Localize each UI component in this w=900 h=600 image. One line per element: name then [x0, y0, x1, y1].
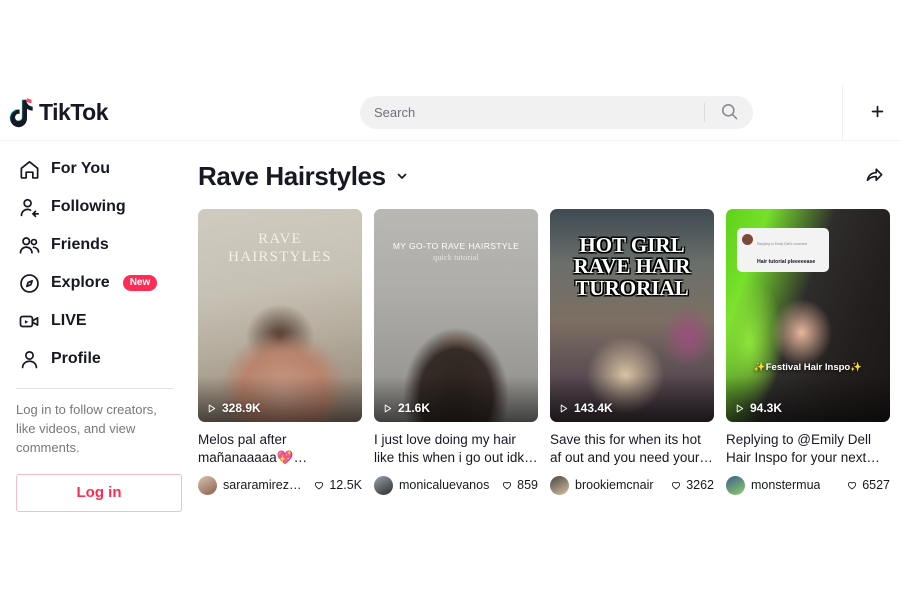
video-card[interactable]: MY GO-TO RAVE HAIRSTYLE quick tutorial 2…	[374, 209, 538, 495]
sidebar-label: For You	[51, 160, 110, 177]
tiktok-logo[interactable]: TikTok	[8, 97, 308, 128]
video-title: Replying to @Emily Dell Hair Inspo for y…	[726, 432, 880, 465]
video-thumbnail[interactable]: MY GO-TO RAVE HAIRSTYLE quick tutorial 2…	[374, 209, 538, 422]
view-count: 94.3K	[734, 401, 782, 415]
like-count-value: 6527	[862, 478, 890, 493]
comment-body: Replying to Emily Dell's comment Hair tu…	[757, 232, 815, 268]
view-count-value: 21.6K	[398, 401, 431, 415]
sidebar-label: Friends	[51, 236, 109, 253]
sidebar-label: Profile	[51, 350, 101, 367]
avatar[interactable]	[374, 475, 393, 495]
tiktok-note-icon	[8, 97, 34, 128]
login-prompt-text: Log in to follow creators, like videos, …	[16, 402, 157, 455]
profile-icon	[16, 346, 42, 372]
thumbnail-overlay-subtitle: quick tutorial	[433, 253, 479, 262]
video-thumbnail[interactable]: Replying to Emily Dell's comment Hair tu…	[726, 209, 890, 422]
header-right-actions	[842, 85, 900, 141]
video-thumbnail[interactable]: RAVE HAIRSTYLES 328.9K	[198, 209, 362, 422]
comment-avatar	[742, 234, 753, 245]
avatar[interactable]	[198, 475, 217, 495]
view-count-value: 328.9K	[222, 401, 261, 415]
share-button[interactable]	[858, 160, 890, 192]
plus-icon	[869, 103, 886, 123]
sidebar-label: Following	[51, 198, 126, 215]
video-title: I just love doing my hair like this when…	[374, 432, 538, 465]
thumbnail-gradient	[726, 376, 890, 422]
live-icon	[16, 308, 42, 334]
compass-icon	[16, 270, 42, 296]
comment-header: Replying to Emily Dell's comment	[757, 242, 808, 246]
video-thumbnail[interactable]: HOT GIRL RAVE HAIR TURORIAL 143.4K	[550, 209, 714, 422]
video-meta: monicaluevanos 859	[374, 475, 538, 495]
like-count: 6527	[846, 478, 890, 492]
sidebar-label: Explore	[51, 274, 110, 291]
view-count: 143.4K	[558, 401, 613, 415]
sidebar-item-following[interactable]: Following	[8, 188, 182, 226]
chevron-down-icon[interactable]	[395, 169, 409, 183]
main-content: Rave Hairstyles RAVE HAIRSTYLES 328.9K M…	[198, 150, 898, 495]
like-count-value: 3262	[686, 478, 714, 493]
view-count: 328.9K	[206, 401, 261, 415]
view-count-value: 94.3K	[750, 401, 783, 415]
search-icon	[720, 102, 739, 124]
brand-name: TikTok	[39, 99, 109, 125]
like-count-value: 859	[517, 478, 538, 493]
view-count-value: 143.4K	[574, 401, 613, 415]
author-name[interactable]: monstermua	[751, 478, 820, 492]
comment-overlay: Replying to Emily Dell's comment Hair tu…	[737, 228, 829, 272]
sidebar-item-live[interactable]: LIVE	[8, 302, 182, 340]
thumbnail-overlay-title: RAVE HAIRSTYLES	[228, 231, 332, 265]
top-header: TikTok	[0, 85, 900, 141]
like-count: 859	[501, 478, 538, 492]
thumbnail-caption: ✨Festival Hair Inspo✨	[753, 362, 863, 373]
sidebar-label: LIVE	[51, 312, 87, 329]
view-count: 21.6K	[382, 401, 430, 415]
thumbnail-gradient	[198, 376, 362, 422]
home-icon	[16, 156, 42, 182]
video-meta: brookiemcnair 3262	[550, 475, 714, 495]
video-meta: sararamirezm… 12.5K	[198, 475, 362, 495]
comment-text: Hair tutorial pleeeeease	[757, 259, 816, 265]
video-title: Save this for when its hot af out and yo…	[550, 432, 713, 465]
upload-button[interactable]	[855, 85, 900, 141]
sidebar-item-friends[interactable]: Friends	[8, 226, 182, 264]
search-button[interactable]	[705, 96, 753, 129]
share-icon	[864, 164, 885, 188]
video-card[interactable]: HOT GIRL RAVE HAIR TURORIAL 143.4K Save …	[550, 209, 714, 495]
video-grid: RAVE HAIRSTYLES 328.9K Melos pal after m…	[198, 209, 898, 495]
sidebar-divider	[16, 388, 174, 389]
sidebar-nav: For You Following Friends Explore New LI…	[0, 142, 190, 512]
like-count: 3262	[670, 478, 714, 492]
login-button[interactable]: Log in	[16, 473, 182, 512]
like-count-value: 12.5K	[329, 478, 362, 493]
video-meta: monstermua 6527	[726, 475, 890, 495]
like-count: 12.5K	[313, 478, 362, 492]
author-name[interactable]: sararamirezm…	[223, 478, 307, 492]
tiktok-app: TikTok Search For You Following Friends …	[0, 0, 900, 600]
thumbnail-gradient	[550, 376, 714, 422]
avatar[interactable]	[550, 475, 569, 495]
main-header: Rave Hairstyles	[198, 150, 898, 202]
author-name[interactable]: brookiemcnair	[575, 478, 654, 492]
search-bar[interactable]	[360, 96, 753, 129]
sidebar-item-profile[interactable]: Profile	[8, 340, 182, 378]
friends-icon	[16, 232, 42, 258]
sidebar-item-explore[interactable]: Explore New	[8, 264, 182, 302]
sidebar-item-for-you[interactable]: For You	[8, 150, 182, 188]
author-name[interactable]: monicaluevanos	[399, 478, 489, 492]
thumbnail-overlay-title: HOT GIRL RAVE HAIR TURORIAL	[573, 233, 691, 300]
video-title: Melos pal after mañanaaaaa💖 #hairstyle…	[198, 432, 294, 465]
page-title: Rave Hairstyles	[198, 160, 386, 191]
avatar[interactable]	[726, 475, 745, 495]
video-card[interactable]: Replying to Emily Dell's comment Hair tu…	[726, 209, 890, 495]
thumbnail-overlay-title: MY GO-TO RAVE HAIRSTYLE	[392, 241, 520, 251]
following-icon	[16, 194, 42, 220]
video-card[interactable]: RAVE HAIRSTYLES 328.9K Melos pal after m…	[198, 209, 362, 495]
thumbnail-gradient	[374, 376, 538, 422]
search-input[interactable]	[360, 105, 704, 120]
new-badge: New	[122, 275, 158, 291]
